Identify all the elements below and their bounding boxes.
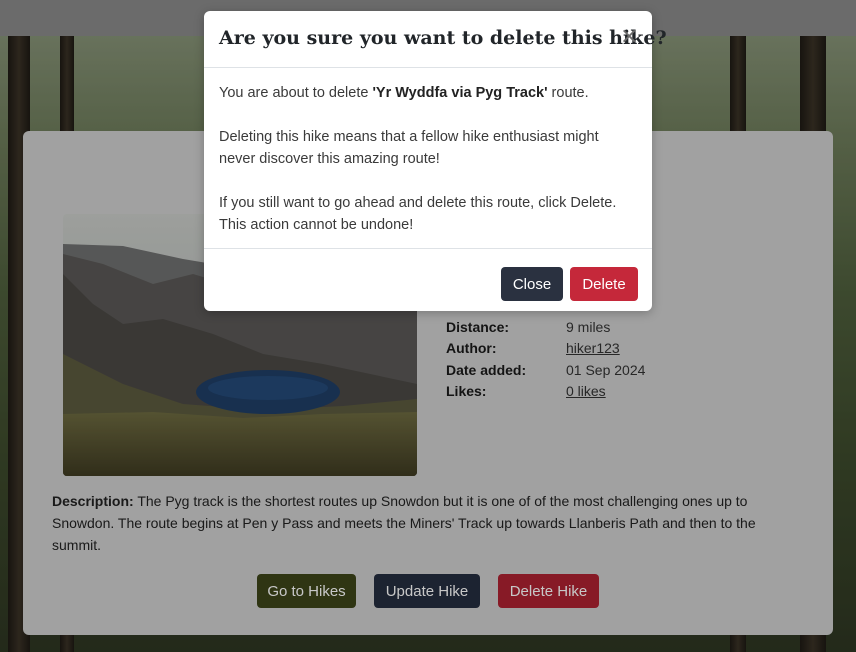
delete-confirm-modal: Are you sure you want to delete this hik… [204, 11, 667, 311]
body-p1-suffix: route. [547, 85, 589, 101]
close-button[interactable]: Close [501, 267, 563, 301]
modal-paragraph-1: You are about to delete 'Yr Wyddfa via P… [219, 82, 637, 104]
delete-button[interactable]: Delete [570, 267, 638, 301]
modal-body: You are about to delete 'Yr Wyddfa via P… [204, 68, 652, 249]
modal-paragraph-3: If you still want to go ahead and delete… [219, 195, 617, 233]
modal-paragraph-2: Deleting this hike means that a fellow h… [219, 129, 599, 167]
close-icon[interactable]: × [620, 26, 638, 49]
hike-name: 'Yr Wyddfa via Pyg Track' [372, 85, 548, 101]
modal-title: Are you sure you want to delete this hik… [219, 27, 667, 49]
body-p1-prefix: You are about to delete [219, 85, 373, 101]
modal-footer: Close Delete [204, 249, 652, 325]
modal-header: Are you sure you want to delete this hik… [204, 11, 667, 68]
